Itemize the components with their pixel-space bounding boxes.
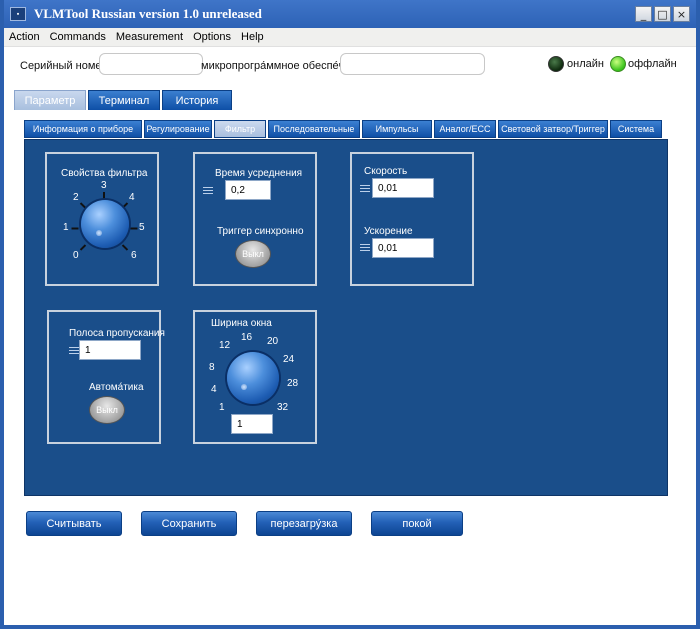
menu-measurement[interactable]: Measurement — [111, 31, 188, 43]
client-area: Action Commands Measurement Options Help… — [4, 28, 696, 625]
dial-tick — [71, 227, 79, 230]
sub-tabs: Информация о приборе Регулирование Фильт… — [24, 120, 664, 138]
minimize-button[interactable]: _ — [635, 6, 652, 22]
bandwidth-input[interactable]: 1 — [79, 340, 141, 360]
subtab-system[interactable]: Система — [610, 120, 662, 138]
averaging-time-label: Время усреднения — [215, 168, 303, 179]
averaging-time-input[interactable]: 0,2 — [225, 180, 271, 200]
dial-label: 4 — [211, 384, 217, 395]
filter-properties-group: Свойства фильтра 0 1 2 3 4 5 6 — [45, 152, 159, 286]
subtab-filter[interactable]: Фильтр — [214, 120, 266, 138]
dial-label: 1 — [63, 222, 69, 233]
speed-input[interactable]: 0,01 — [372, 178, 434, 198]
spin-arrows-icon — [203, 185, 213, 197]
dial-tick — [121, 244, 129, 251]
motion-group: Скорость 0,01 Ускорение 0,01 — [350, 152, 474, 286]
knob-indicator-icon — [96, 230, 102, 236]
device-header: Серийный номер микропрогра́ммное обеспе́… — [4, 50, 696, 80]
dial-label: 16 — [241, 332, 253, 343]
filter-panel: Свойства фильтра 0 1 2 3 4 5 6 Время уср… — [24, 139, 668, 496]
speed-label: Скорость — [364, 166, 408, 177]
bandwidth-label: Полоса пропускания — [69, 328, 165, 339]
offline-label: оффлайн — [628, 58, 677, 70]
dial-label: 20 — [267, 336, 279, 347]
dial-tick — [130, 227, 138, 230]
dial-label: 1 — [219, 402, 225, 413]
subtab-serial[interactable]: Последовательные — [268, 120, 360, 138]
rest-button[interactable]: покой — [371, 511, 463, 536]
knob-indicator-icon — [241, 384, 247, 390]
acceleration-input[interactable]: 0,01 — [372, 238, 434, 258]
online-led-icon — [548, 56, 564, 72]
subtab-regulation[interactable]: Регулирование — [144, 120, 212, 138]
window-width-group: Ширина окна 1 4 8 12 16 20 24 28 32 1 — [193, 310, 317, 444]
close-button[interactable]: × — [673, 6, 690, 22]
window-title: VLMTool Russian version 1.0 unreleased — [34, 6, 262, 21]
acceleration-label: Ускорение — [364, 226, 413, 237]
subtab-device-info[interactable]: Информация о приборе — [24, 120, 142, 138]
dial-tick — [79, 244, 87, 251]
dial-label: 28 — [287, 378, 299, 389]
title-bar[interactable]: ▪ VLMTool Russian version 1.0 unreleased… — [4, 0, 696, 28]
spin-arrows-icon — [360, 242, 370, 254]
window-width-label: Ширина окна — [211, 318, 272, 329]
window-width-input[interactable]: 1 — [231, 414, 273, 434]
firmware-field[interactable] — [340, 53, 485, 75]
auto-toggle[interactable]: Выкл — [89, 396, 125, 424]
dial-label: 32 — [277, 402, 289, 413]
window-width-dial-knob[interactable] — [227, 352, 279, 404]
subtab-light-barrier-trigger[interactable]: Световой затвор/Триггер — [498, 120, 608, 138]
auto-label: Автома́тика — [89, 382, 144, 393]
bandwidth-group: Полоса пропускания 1 Автома́тика Выкл — [47, 310, 165, 444]
dial-tick — [103, 192, 105, 199]
dial-label: 6 — [131, 250, 137, 261]
read-button[interactable]: Считывать — [26, 511, 122, 536]
dial-label: 24 — [283, 354, 295, 365]
dial-label: 0 — [73, 250, 79, 261]
subtab-pulses[interactable]: Импульсы — [362, 120, 432, 138]
tab-terminal[interactable]: Терминал — [88, 90, 160, 110]
reboot-button[interactable]: перезагру́зка — [256, 511, 352, 536]
dial-label: 2 — [73, 192, 79, 203]
serial-number-field[interactable] — [99, 53, 203, 75]
tab-history[interactable]: История — [162, 90, 232, 110]
dial-label: 4 — [129, 192, 135, 203]
trigger-sync-label: Триггер синхронно — [217, 226, 304, 237]
dial-label: 3 — [101, 180, 107, 191]
subtab-analog-ecc[interactable]: Аналог/ECC — [434, 120, 496, 138]
spin-arrows-icon — [360, 183, 370, 195]
main-tabs: Параметр Терминал История — [14, 90, 234, 110]
menu-bar: Action Commands Measurement Options Help — [4, 28, 696, 47]
offline-led-icon — [610, 56, 626, 72]
dial-label: 12 — [219, 340, 231, 351]
averaging-group: Время усреднения 0,2 Триггер синхронно В… — [193, 152, 317, 286]
app-window: ▪ VLMTool Russian version 1.0 unreleased… — [0, 0, 700, 629]
spin-arrows-icon — [69, 345, 79, 357]
dial-tick — [79, 202, 87, 209]
app-icon: ▪ — [10, 7, 26, 21]
menu-action[interactable]: Action — [4, 31, 45, 43]
menu-commands[interactable]: Commands — [45, 31, 111, 43]
filter-dial-knob[interactable] — [81, 200, 129, 248]
dial-label: 8 — [209, 362, 215, 373]
dial-label: 5 — [139, 222, 145, 233]
filter-properties-label: Свойства фильтра — [61, 168, 148, 179]
menu-options[interactable]: Options — [188, 31, 236, 43]
maximize-button[interactable]: □ — [654, 6, 671, 22]
tab-parameter[interactable]: Параметр — [14, 90, 86, 110]
menu-help[interactable]: Help — [236, 31, 269, 43]
trigger-sync-toggle[interactable]: Выкл — [235, 240, 271, 268]
online-label: онлайн — [567, 58, 604, 70]
serial-label: Серийный номер — [20, 60, 108, 72]
save-button[interactable]: Сохранить — [141, 511, 237, 536]
